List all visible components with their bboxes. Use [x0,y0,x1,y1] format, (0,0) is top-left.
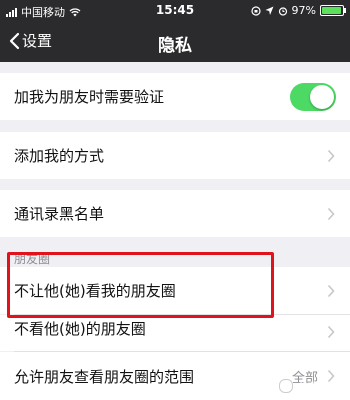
blacklist-row[interactable]: 通讯录黑名单 [0,190,350,237]
verify-friend-toggle[interactable] [290,82,336,111]
battery-fill [322,7,342,14]
hide-their-moments-row[interactable]: 不看他(她)的朋友圈 [0,315,350,351]
hide-their-moments-label: 不看他(她)的朋友圈 [14,320,146,338]
rotation-lock-icon [250,5,261,16]
status-bar: 中国移动 15:45 97% [0,0,350,22]
battery-icon [320,5,346,16]
location-icon [265,6,274,15]
blacklist-label: 通讯录黑名单 [14,205,105,223]
add-methods-row[interactable]: 添加我的方式 [0,132,350,179]
nav-bar: 设置 隐私 [0,22,350,62]
highlight-box [7,252,274,318]
page-title: 隐私 [158,36,192,56]
battery-percent: 97% [291,4,316,17]
alarm-icon [278,6,287,16]
chevron-right-icon [327,325,335,339]
chevron-right-icon [327,149,335,162]
watermark-text: 头条 @... [297,380,344,393]
chevron-right-icon [327,207,335,220]
toggle-knob [310,84,334,109]
watermark-logo-icon [279,379,293,393]
status-right: 97% [250,4,346,17]
verify-friend-row: 加我为朋友时需要验证 [0,73,350,120]
watermark: 头条 @... [279,378,344,394]
add-methods-label: 添加我的方式 [14,147,105,165]
chevron-right-icon [327,284,335,297]
